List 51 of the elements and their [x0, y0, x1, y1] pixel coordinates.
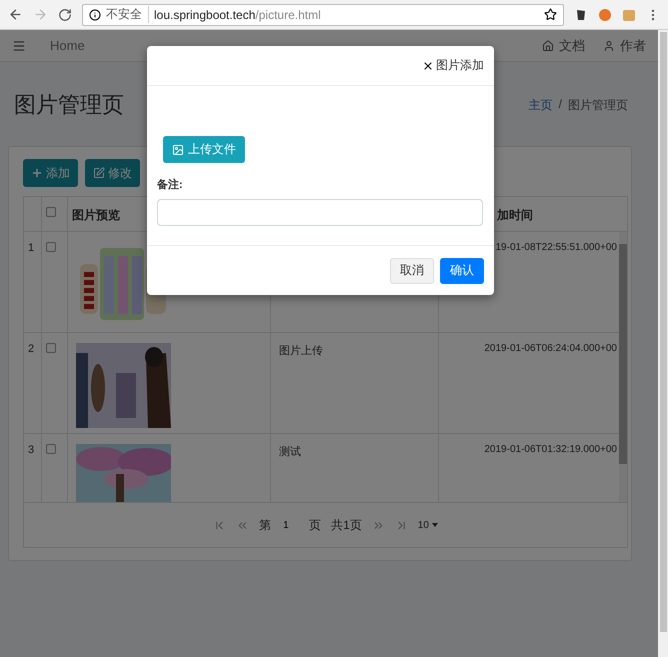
cancel-button[interactable]: 取消 [390, 258, 434, 284]
checkbox[interactable] [46, 444, 56, 454]
row-number: 1 [28, 242, 34, 254]
security-label: 不安全 [106, 6, 149, 23]
checkbox[interactable] [46, 242, 56, 252]
page-label: 第 [259, 516, 272, 534]
column-heading: 加时间 [497, 208, 533, 222]
breadcrumb-separator: / [558, 96, 562, 112]
breadcrumb-link[interactable]: 主页 [528, 96, 553, 114]
table-cell: 2019-01-06T06:24:04.000+00 [484, 343, 617, 354]
reload-icon[interactable] [58, 8, 72, 22]
nav-link[interactable]: 作者 [603, 36, 646, 54]
page-label: 页 [309, 516, 322, 534]
table-cell: 图片上传 [279, 345, 323, 357]
table-cell: 19-01-08T22:55:51.000+00 [496, 242, 617, 253]
caret-icon [432, 523, 438, 527]
extension-icon[interactable] [574, 8, 588, 22]
forward-icon[interactable] [33, 7, 48, 22]
page-input[interactable]: 1 [281, 518, 300, 532]
home-link[interactable]: Home [50, 38, 85, 53]
upload-button[interactable]: 上传文件 [163, 136, 245, 163]
address-bar[interactable]: 不安全 lou.springboot.tech/picture.html [82, 4, 564, 26]
menu-icon[interactable] [12, 38, 26, 52]
info-icon [89, 8, 101, 20]
confirm-button[interactable]: 确认 [440, 258, 484, 284]
plus-icon [31, 167, 43, 179]
home-icon [542, 40, 554, 52]
toolbar-button[interactable]: 修改 [85, 159, 140, 187]
nav-link[interactable]: 文档 [542, 36, 585, 54]
note-field[interactable] [157, 199, 483, 226]
edit-icon [93, 167, 105, 179]
row-number: 2 [28, 343, 34, 355]
row-number: 3 [28, 444, 34, 456]
url-text: lou.springboot.tech/picture.html [154, 8, 321, 22]
dialog-title: 图片添加 [436, 57, 484, 74]
page-total: 共1页 [331, 516, 362, 534]
breadcrumb-current: 图片管理页 [568, 96, 628, 114]
toolbar-button[interactable]: 添加 [23, 159, 78, 187]
close-icon[interactable] [422, 60, 434, 72]
table-cell: 测试 [279, 446, 301, 458]
checkbox[interactable] [46, 207, 56, 217]
user-icon [603, 40, 615, 52]
star-icon[interactable] [544, 8, 557, 21]
checkbox[interactable] [46, 343, 56, 353]
column-heading: 图片预览 [72, 208, 120, 222]
image-icon [172, 144, 184, 156]
page-title: 图片管理页 [14, 91, 124, 119]
page-size-select[interactable]: 10 [418, 520, 438, 530]
table-cell: 2019-01-06T01:32:19.000+00 [484, 444, 617, 455]
field-label: 备注: [157, 178, 183, 192]
back-icon[interactable] [8, 7, 23, 22]
